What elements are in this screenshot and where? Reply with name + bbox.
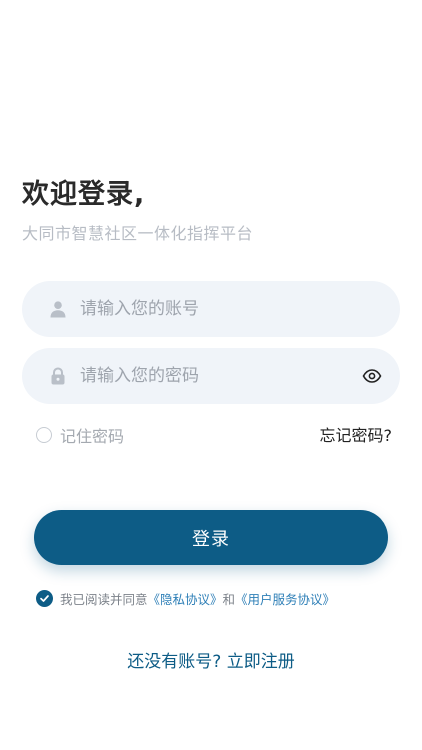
check-icon[interactable]: [36, 590, 53, 607]
agreement-and: 和: [222, 592, 236, 607]
welcome-title: 欢迎登录,: [22, 179, 146, 210]
agreement-row: 我已阅读并同意 《隐私协议》 和 《用户服务协议》: [36, 589, 335, 608]
lock-icon: [48, 366, 68, 386]
privacy-agreement-link[interactable]: 《隐私协议》: [148, 589, 223, 608]
password-input[interactable]: [80, 366, 330, 386]
user-icon: [48, 299, 68, 319]
login-button[interactable]: 登录: [34, 510, 388, 565]
eye-icon[interactable]: [362, 366, 382, 386]
register-link[interactable]: 还没有账号? 立即注册: [127, 652, 294, 672]
remember-label: 记住密码: [60, 427, 125, 446]
platform-subtitle: 大同市智慧社区一体化指挥平台: [22, 224, 254, 243]
register-row: 还没有账号? 立即注册: [0, 647, 422, 672]
password-field[interactable]: [22, 348, 400, 404]
account-field[interactable]: [22, 281, 400, 337]
login-screen: 欢迎登录, 大同市智慧社区一体化指挥平台 记住密码: [0, 0, 422, 750]
service-agreement-link[interactable]: 《用户服务协议》: [235, 589, 335, 608]
forgot-password-link[interactable]: 忘记密码?: [320, 422, 393, 446]
account-input[interactable]: [80, 299, 330, 319]
remember-password-toggle[interactable]: 记住密码: [36, 423, 124, 447]
agreement-prefix: 我已阅读并同意: [60, 592, 148, 607]
remember-radio[interactable]: [36, 427, 52, 443]
